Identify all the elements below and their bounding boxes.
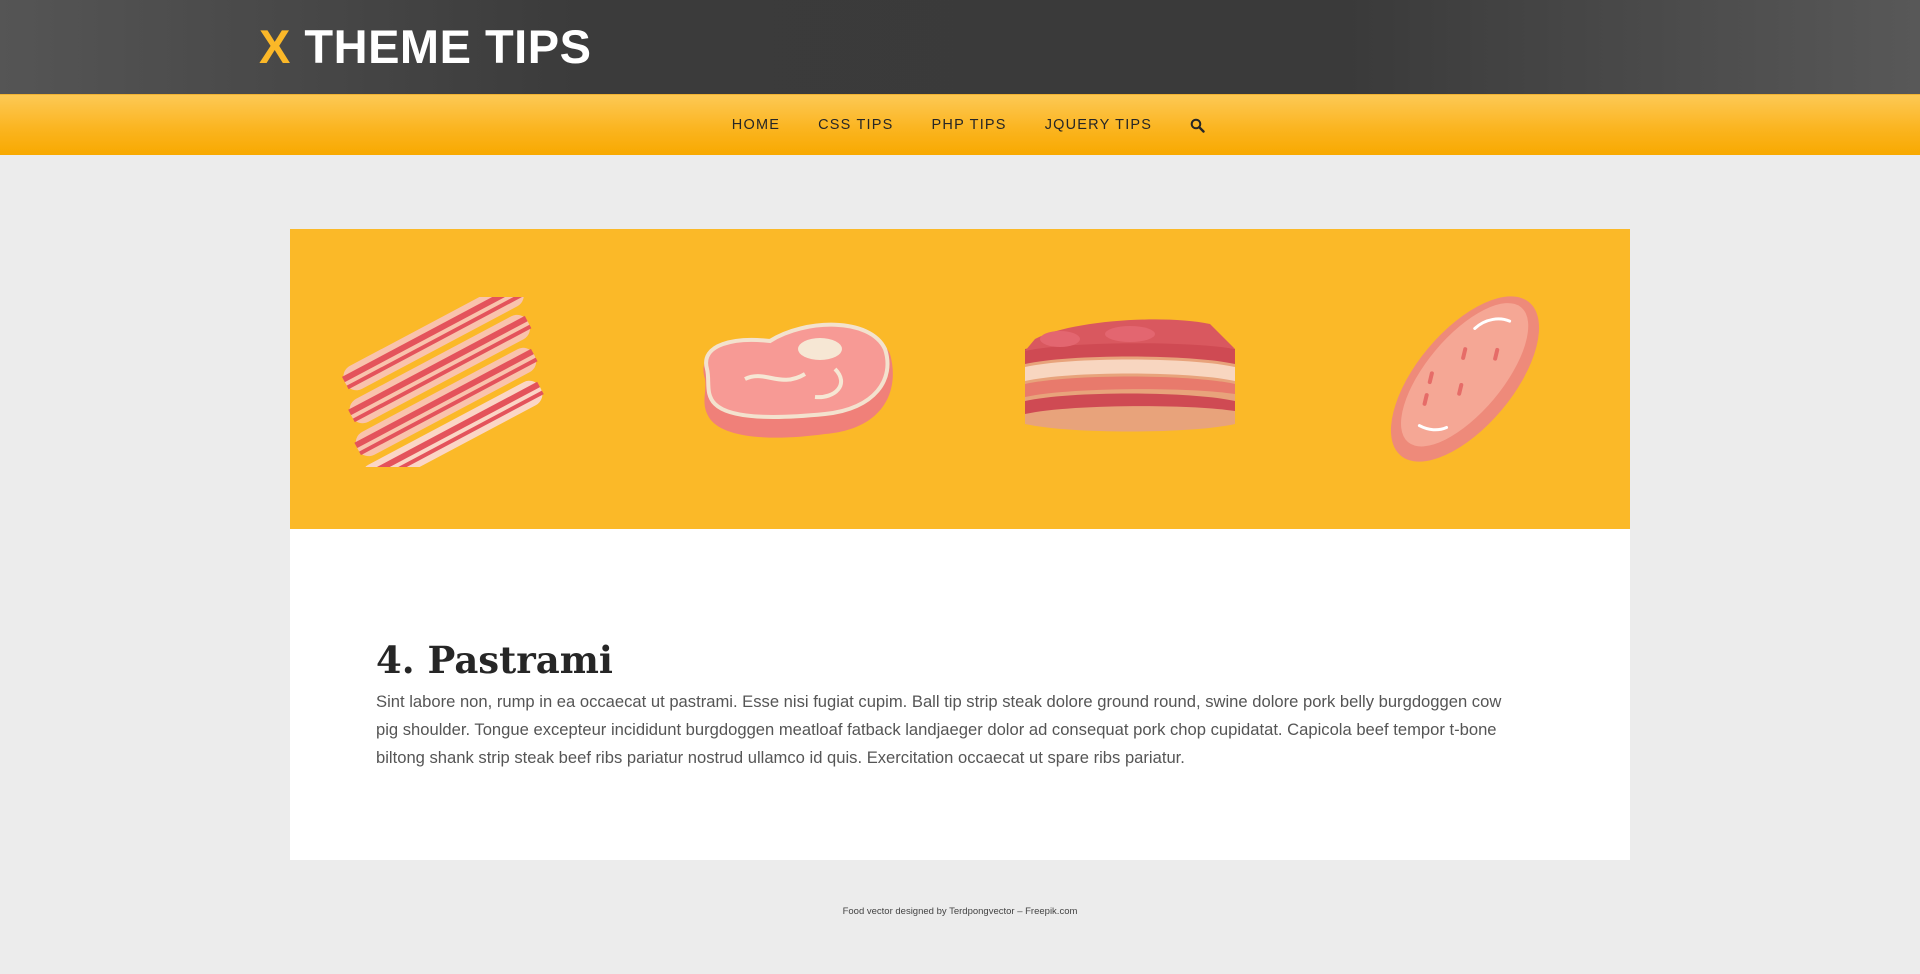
sausage-illustration [1390, 296, 1540, 462]
post-content: 4. Pastrami Sint labore non, rump in ea … [290, 529, 1630, 860]
steak-illustration [703, 322, 893, 438]
logo-text: THEME TIPS [290, 20, 592, 73]
site-logo[interactable]: X THEME TIPS [259, 21, 591, 73]
main-navigation: HOME CSS TIPS PHP TIPS JQUERY TIPS [0, 94, 1920, 155]
nav-item-css-tips[interactable]: CSS TIPS [799, 95, 912, 156]
nav-search-button[interactable] [1189, 95, 1207, 156]
featured-image [290, 229, 1630, 529]
bacon-illustration [342, 297, 544, 467]
nav-item-home[interactable]: HOME [713, 95, 799, 156]
pork-belly-illustration [1025, 319, 1235, 432]
nav-item-jquery-tips[interactable]: JQUERY TIPS [1026, 95, 1172, 156]
logo-x: X [259, 20, 291, 73]
footer-credit: Food vector designed by Terdpongvector –… [842, 906, 1078, 917]
nav-list: HOME CSS TIPS PHP TIPS JQUERY TIPS [0, 95, 1920, 156]
nav-item-php-tips[interactable]: PHP TIPS [913, 95, 1026, 156]
site-header: X THEME TIPS [0, 0, 1920, 94]
post-title: 4. Pastrami [376, 638, 613, 682]
post-body: Sint labore non, rump in ea occaecat ut … [376, 692, 1502, 767]
search-icon [1190, 118, 1205, 133]
